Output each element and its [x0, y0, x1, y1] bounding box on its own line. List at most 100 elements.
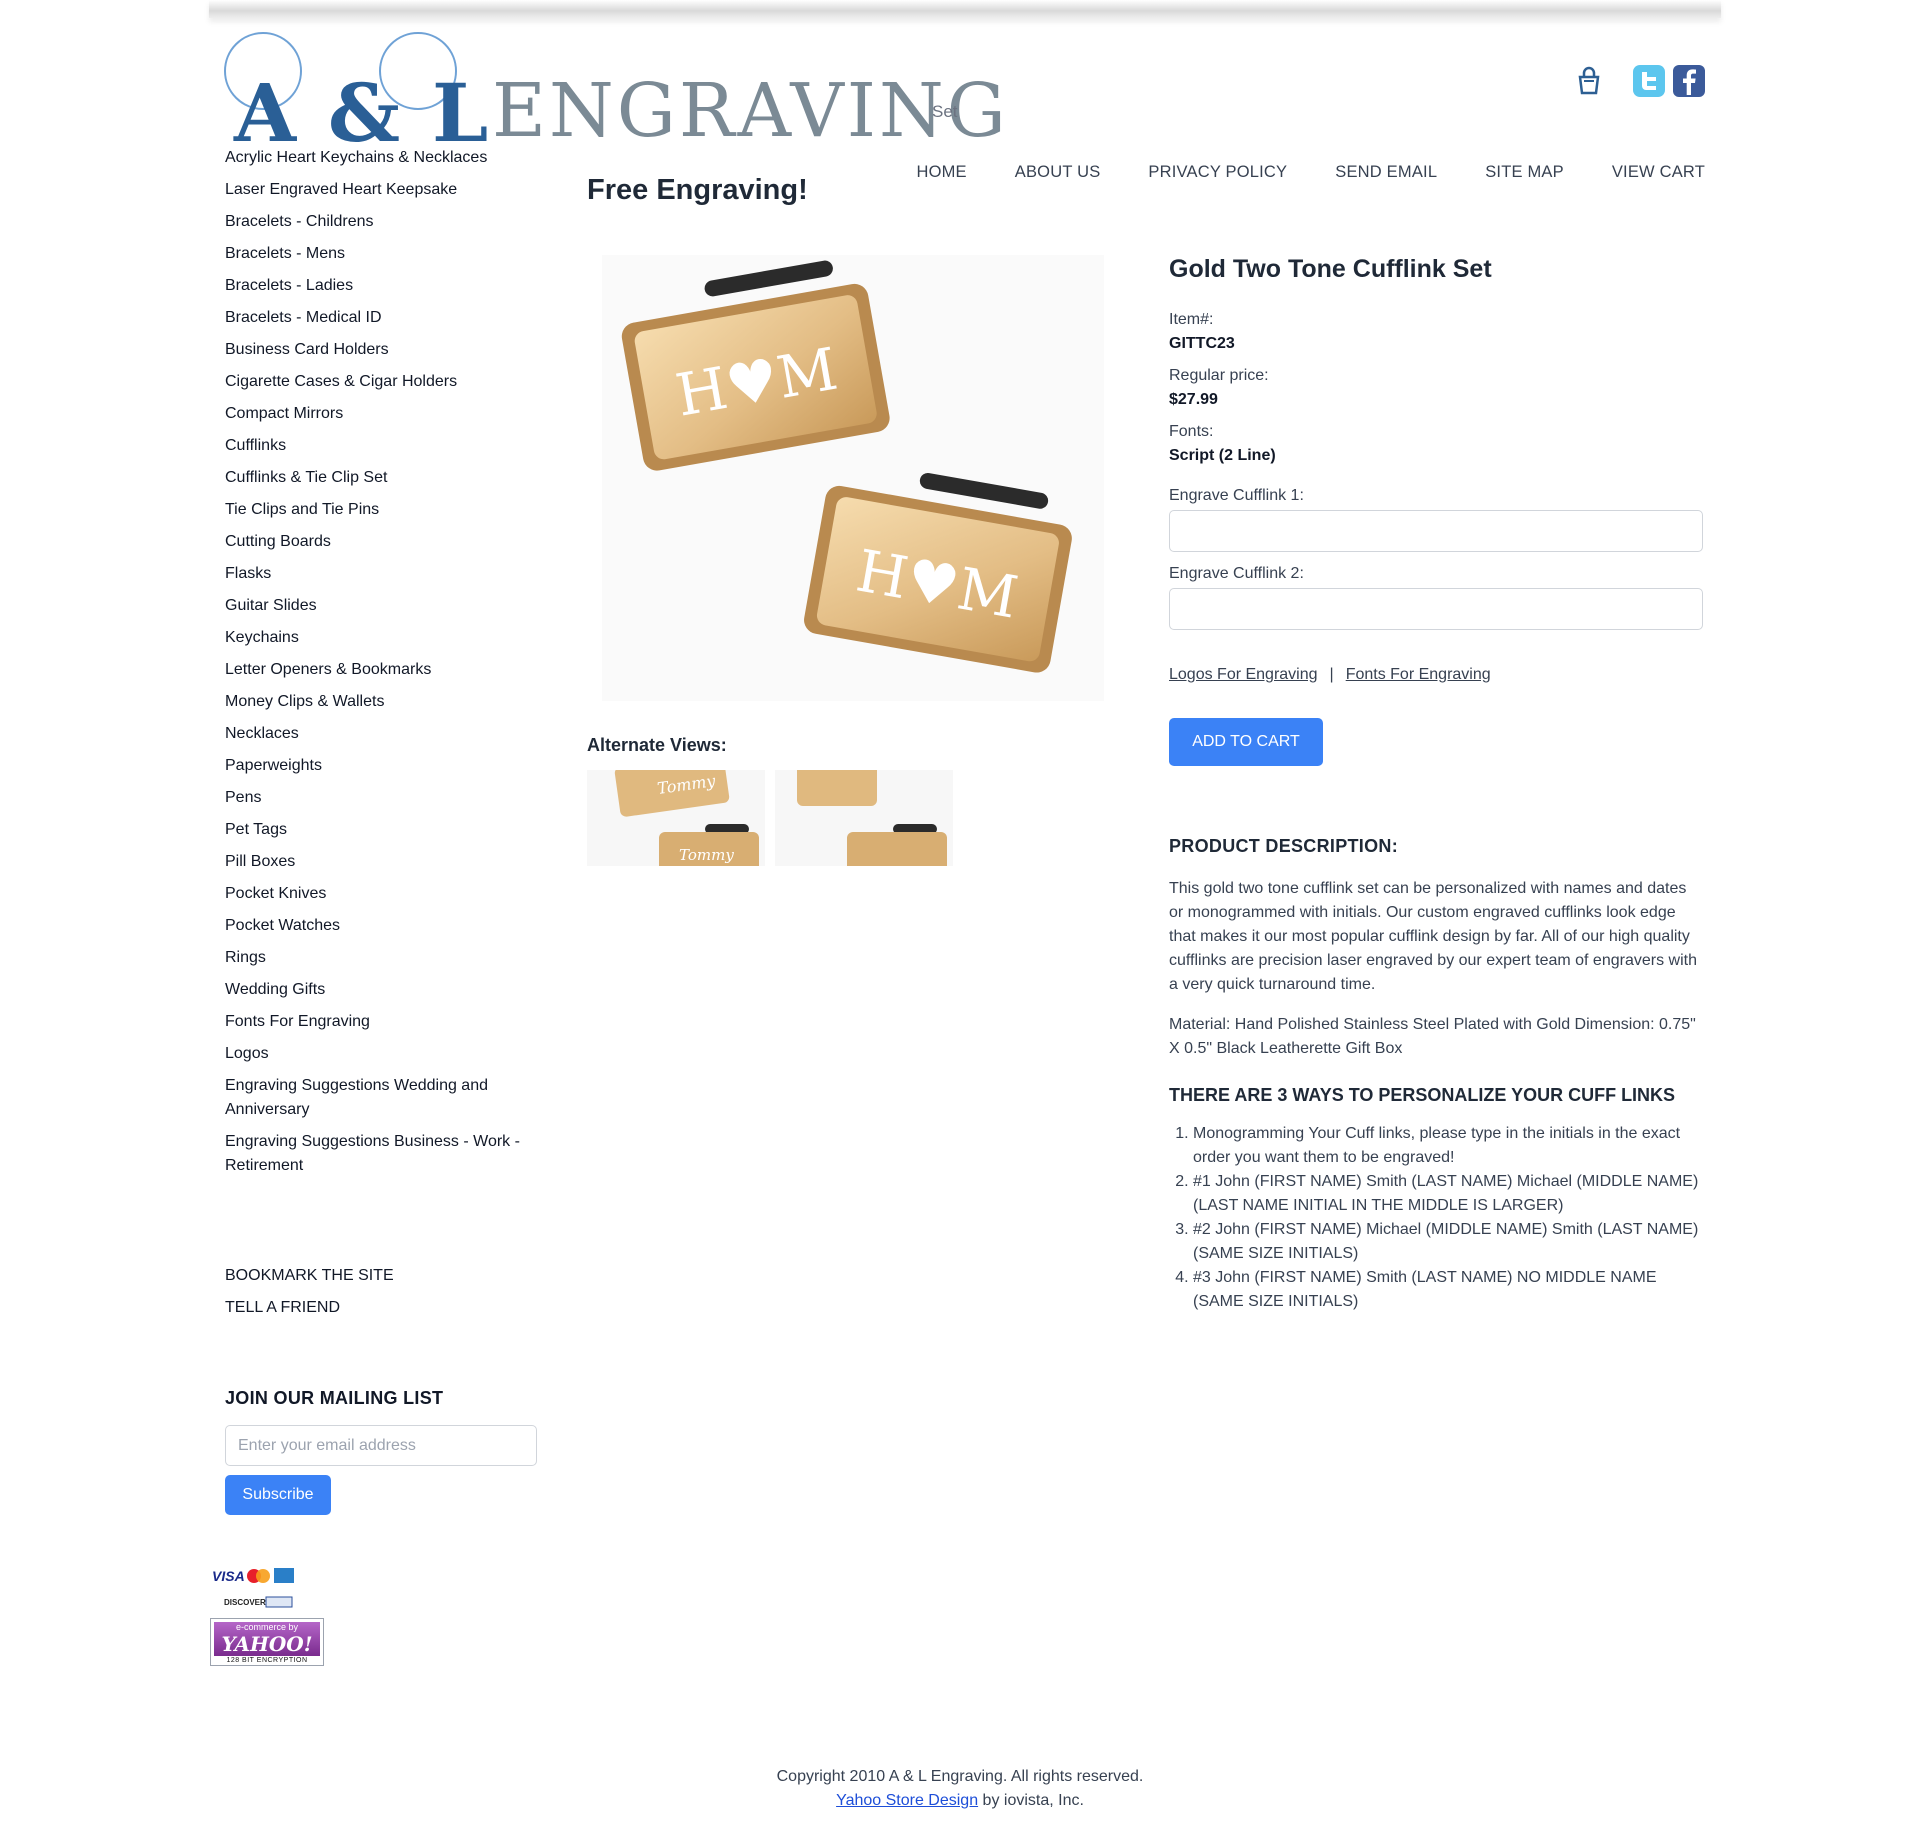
thumb-engraving: Tommy: [679, 846, 734, 864]
subscribe-button[interactable]: Subscribe: [225, 1475, 331, 1515]
fonts-value: Script (2 Line): [1169, 447, 1276, 464]
fonts-label: Fonts:: [1169, 423, 1214, 440]
cufflink-1: H♥M: [621, 260, 890, 471]
category-link[interactable]: Fonts For Engraving: [225, 1010, 545, 1034]
engrave-cufflink-1-label: Engrave Cufflink 1:: [1169, 487, 1304, 504]
category-link[interactable]: Cigarette Cases & Cigar Holders: [225, 370, 545, 394]
item-number-label: Item#:: [1169, 311, 1214, 328]
yahoo-ecommerce-badge[interactable]: e-commerce by YAHOO! 128 BIT ENCRYPTION: [210, 1618, 324, 1666]
sidebar: Acrylic Heart Keychains & Necklaces Lase…: [225, 146, 545, 1515]
yahoo-badge-name: YAHOO!: [221, 1632, 313, 1656]
category-link[interactable]: Bracelets - Ladies: [225, 274, 545, 298]
list-item: #2 John (FIRST NAME) Michael (MIDDLE NAM…: [1193, 1218, 1703, 1266]
product-title: Gold Two Tone Cufflink Set: [1169, 255, 1492, 283]
cufflinks-illustration: H♥M H♥M: [621, 260, 1072, 673]
engrave-cufflink-2-input[interactable]: [1169, 588, 1703, 630]
product-description: This gold two tone cufflink set can be p…: [1169, 877, 1703, 1061]
amex-icon: [274, 1568, 294, 1583]
twitter-icon[interactable]: [1632, 64, 1666, 98]
category-link[interactable]: Wedding Gifts: [225, 978, 545, 1002]
copyright-text: Copyright 2010 A & L Engraving. All righ…: [776, 1768, 1144, 1785]
nav-home[interactable]: HOME: [916, 163, 966, 182]
mailing-list-title: JOIN OUR MAILING LIST: [225, 1388, 444, 1408]
nav-view-cart[interactable]: VIEW CART: [1612, 163, 1705, 182]
alternate-views-title: Alternate Views:: [587, 735, 727, 755]
category-link[interactable]: Letter Openers & Bookmarks: [225, 658, 545, 682]
fonts-for-engraving-link[interactable]: Fonts For Engraving: [1346, 666, 1491, 683]
engrave-cufflink-2-label: Engrave Cufflink 2:: [1169, 565, 1304, 582]
price-label: Regular price:: [1169, 367, 1269, 384]
alternate-view-thumb[interactable]: Tommy Tommy: [587, 770, 765, 866]
top-shadow-bar: [209, 0, 1721, 18]
sidebar-extra-links: BOOKMARK THE SITE TELL A FRIEND: [225, 1264, 545, 1320]
category-link[interactable]: Logos: [225, 1042, 545, 1066]
category-link[interactable]: Pocket Watches: [225, 914, 545, 938]
visa-label: VISA: [212, 1568, 245, 1584]
shopping-bag-icon[interactable]: [1576, 66, 1602, 96]
category-link[interactable]: Cutting Boards: [225, 530, 545, 554]
thumb-illustration: [797, 770, 947, 866]
logos-for-engraving-link[interactable]: Logos For Engraving: [1169, 666, 1318, 683]
category-link[interactable]: Pet Tags: [225, 818, 545, 842]
category-link[interactable]: Flasks: [225, 562, 545, 586]
category-link[interactable]: Paperweights: [225, 754, 545, 778]
nav-about-us[interactable]: ABOUT US: [1015, 163, 1101, 182]
discover-label: DISCOVER: [224, 1598, 266, 1607]
category-link[interactable]: Bracelets - Mens: [225, 242, 545, 266]
category-link[interactable]: Acrylic Heart Keychains & Necklaces: [225, 146, 545, 170]
category-link[interactable]: Necklaces: [225, 722, 545, 746]
alternate-view-thumb[interactable]: [775, 770, 953, 866]
category-link[interactable]: Cufflinks: [225, 434, 545, 458]
yahoo-badge-body: e-commerce by YAHOO!: [214, 1622, 320, 1656]
category-link[interactable]: Money Clips & Wallets: [225, 690, 545, 714]
product-details: Gold Two Tone Cufflink Set Item#: GITTC2…: [1169, 255, 1703, 1314]
material-text: Material: Hand Polished Stainless Steel …: [1169, 1016, 1696, 1057]
engrave-cufflink-1-input[interactable]: [1169, 510, 1703, 552]
category-link[interactable]: Pill Boxes: [225, 850, 545, 874]
promo-heading: Free Engraving!: [587, 174, 808, 206]
footer: Copyright 2010 A & L Engraving. All righ…: [0, 1765, 1920, 1813]
list-item: #3 John (FIRST NAME) Smith (LAST NAME) N…: [1193, 1266, 1703, 1314]
yahoo-badge-encryption: 128 BIT ENCRYPTION: [226, 1657, 308, 1664]
category-link[interactable]: Compact Mirrors: [225, 402, 545, 426]
category-link[interactable]: Business Card Holders: [225, 338, 545, 362]
category-link[interactable]: Keychains: [225, 626, 545, 650]
nav-privacy-policy[interactable]: PRIVACY POLICY: [1148, 163, 1287, 182]
tell-friend-link[interactable]: TELL A FRIEND: [225, 1296, 545, 1320]
thumb-illustration: Tommy Tommy: [614, 770, 759, 866]
main-nav: HOME ABOUT US PRIVACY POLICY SEND EMAIL …: [916, 163, 1705, 182]
price-value: $27.99: [1169, 391, 1218, 408]
category-list: Acrylic Heart Keychains & Necklaces Lase…: [225, 146, 545, 1178]
item-number-value: GITTC23: [1169, 335, 1235, 352]
product-image[interactable]: H♥M H♥M: [602, 255, 1104, 701]
category-link[interactable]: Pocket Knives: [225, 882, 545, 906]
category-link[interactable]: Guitar Slides: [225, 594, 545, 618]
payment-cards-badge: VISA DISCOVER: [212, 1568, 294, 1608]
personalize-ways-list: Monogramming Your Cuff links, please typ…: [1169, 1122, 1703, 1314]
nav-send-email[interactable]: SEND EMAIL: [1335, 163, 1437, 182]
category-link[interactable]: Engraving Suggestions Wedding and Annive…: [225, 1074, 545, 1122]
email-input[interactable]: [225, 1425, 537, 1466]
category-link[interactable]: Rings: [225, 946, 545, 970]
category-link[interactable]: Cufflinks & Tie Clip Set: [225, 466, 545, 490]
list-item: Monogramming Your Cuff links, please typ…: [1193, 1122, 1703, 1170]
link-separator: |: [1329, 666, 1334, 683]
design-credit-suffix: by iovista, Inc.: [978, 1792, 1084, 1809]
site-logo[interactable]: A & L ENGRAVING Set: [222, 30, 1006, 160]
category-link[interactable]: Tie Clips and Tie Pins: [225, 498, 545, 522]
category-link[interactable]: Engraving Suggestions Business - Work - …: [225, 1130, 545, 1178]
category-link[interactable]: Bracelets - Medical ID: [225, 306, 545, 330]
nav-site-map[interactable]: SITE MAP: [1485, 163, 1564, 182]
category-link[interactable]: Bracelets - Childrens: [225, 210, 545, 234]
facebook-icon[interactable]: [1672, 64, 1706, 98]
logo-tag: Set: [932, 102, 958, 121]
header-icons: [1576, 64, 1706, 98]
design-credit: Yahoo Store Design by iovista, Inc.: [0, 1789, 1920, 1813]
yahoo-store-design-link[interactable]: Yahoo Store Design: [836, 1792, 978, 1809]
add-to-cart-button[interactable]: ADD TO CART: [1169, 718, 1323, 766]
cufflink-2: H♥M: [804, 472, 1072, 673]
category-link[interactable]: Laser Engraved Heart Keepsake: [225, 178, 545, 202]
bookmark-link[interactable]: BOOKMARK THE SITE: [225, 1264, 545, 1288]
personalize-ways-title: THERE ARE 3 WAYS TO PERSONALIZE YOUR CUF…: [1169, 1085, 1676, 1105]
category-link[interactable]: Pens: [225, 786, 545, 810]
